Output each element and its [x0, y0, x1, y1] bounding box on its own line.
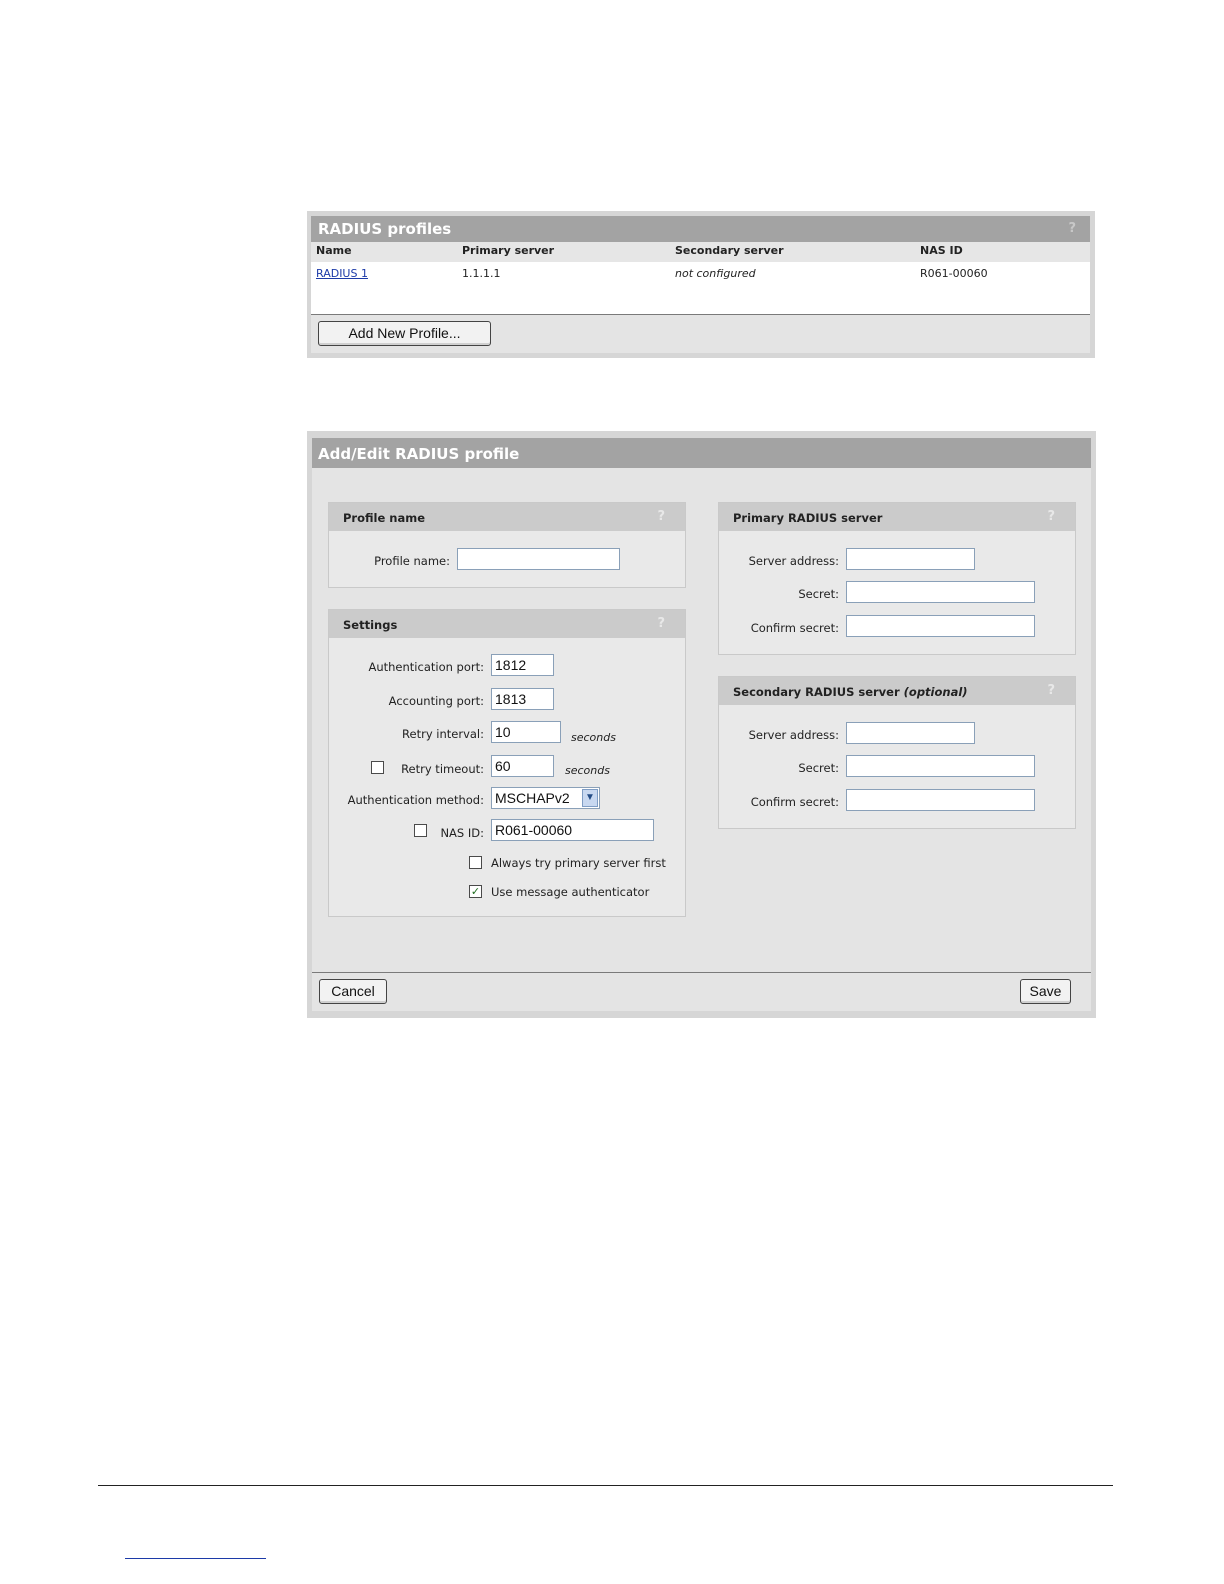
section-title: Settings — [343, 618, 398, 632]
profile-name-label: Profile name: — [374, 554, 450, 568]
panel-body: Profile name ? Profile name: Settings ? … — [312, 468, 1091, 973]
primary-radius-server-section: Primary RADIUS server ? Server address: … — [718, 502, 1076, 655]
page-divider — [98, 1485, 1113, 1486]
section-header: Profile name ? — [329, 503, 685, 531]
primary-confirm-secret-input[interactable] — [846, 615, 1035, 637]
profile-name-input[interactable] — [457, 548, 620, 570]
secondary-radius-server-section: Secondary RADIUS server (optional) ? Ser… — [718, 676, 1076, 829]
column-header-secondary-server: Secondary server — [675, 244, 784, 257]
section-header: Primary RADIUS server ? — [719, 503, 1075, 531]
profile-link[interactable]: RADIUS 1 — [316, 267, 368, 280]
section-title-text: Secondary RADIUS server — [733, 685, 900, 699]
primary-server-value: 1.1.1.1 — [462, 267, 501, 280]
panel-header: Add/Edit RADIUS profile — [312, 438, 1091, 468]
column-header-name: Name — [316, 244, 352, 257]
profile-name-section: Profile name ? Profile name: — [328, 502, 686, 588]
save-button[interactable]: Save — [1020, 979, 1071, 1004]
panel-footer: Add New Profile... — [311, 315, 1090, 353]
primary-server-address-input[interactable] — [846, 548, 975, 570]
secondary-secret-input[interactable] — [846, 755, 1035, 777]
authentication-method-value: MSCHAPv2 — [495, 790, 570, 806]
help-icon[interactable]: ? — [657, 616, 665, 631]
optional-note: (optional) — [903, 685, 968, 699]
accounting-port-input[interactable] — [491, 688, 554, 710]
authentication-method-label: Authentication method: — [347, 793, 484, 807]
server-address-label: Server address: — [748, 728, 839, 742]
add-new-profile-button[interactable]: Add New Profile... — [318, 321, 491, 346]
column-header-primary-server: Primary server — [462, 244, 555, 257]
footnote-rule — [125, 1558, 266, 1559]
help-icon[interactable]: ? — [1047, 509, 1055, 524]
cancel-button[interactable]: Cancel — [319, 979, 387, 1004]
table-header: Name Primary server Secondary server NAS… — [311, 242, 1090, 262]
secret-label: Secret: — [798, 587, 839, 601]
authentication-method-select[interactable]: MSCHAPv2 ▼ — [491, 787, 600, 809]
nas-id-value: R061-00060 — [920, 267, 988, 280]
section-title: Secondary RADIUS server (optional) — [733, 685, 968, 699]
edit-radius-profile-panel: Add/Edit RADIUS profile Profile name ? P… — [307, 431, 1096, 1018]
retry-interval-label: Retry interval: — [402, 727, 484, 741]
chevron-down-icon[interactable]: ▼ — [582, 789, 598, 807]
retry-timeout-label: Retry timeout: — [401, 762, 484, 776]
column-header-nas-id: NAS ID — [920, 244, 963, 257]
radius-profiles-panel: RADIUS profiles ? Name Primary server Se… — [307, 211, 1095, 358]
retry-timeout-input[interactable] — [491, 755, 554, 777]
retry-timeout-unit: seconds — [565, 764, 610, 777]
panel-header: RADIUS profiles ? — [311, 216, 1090, 242]
authentication-port-input[interactable] — [491, 654, 554, 676]
panel-title: Add/Edit RADIUS profile — [318, 445, 520, 463]
always-try-primary-checkbox[interactable] — [469, 856, 482, 869]
accounting-port-label: Accounting port: — [388, 694, 484, 708]
confirm-secret-label: Confirm secret: — [750, 621, 839, 635]
retry-interval-input[interactable] — [491, 721, 561, 743]
confirm-secret-label: Confirm secret: — [750, 795, 839, 809]
secondary-server-value: not configured — [675, 267, 756, 280]
always-try-primary-label: Always try primary server first — [491, 856, 666, 870]
secret-label: Secret: — [798, 761, 839, 775]
table-row: RADIUS 1 1.1.1.1 not configured R061-000… — [311, 262, 1090, 315]
primary-secret-input[interactable] — [846, 581, 1035, 603]
section-header: Secondary RADIUS server (optional) ? — [719, 677, 1075, 705]
use-message-authenticator-label: Use message authenticator — [491, 885, 650, 899]
settings-section: Settings ? Authentication port: Accounti… — [328, 609, 686, 917]
nas-id-label: NAS ID: — [440, 826, 484, 840]
authentication-port-label: Authentication port: — [368, 660, 484, 674]
server-address-label: Server address: — [748, 554, 839, 568]
section-header: Settings ? — [329, 610, 685, 638]
use-message-authenticator-checkbox[interactable]: ✓ — [469, 885, 482, 898]
secondary-confirm-secret-input[interactable] — [846, 789, 1035, 811]
help-icon[interactable]: ? — [1068, 221, 1076, 236]
panel-footer: Cancel Save — [312, 973, 1091, 1011]
nas-id-input[interactable] — [491, 819, 654, 841]
section-title: Profile name — [343, 511, 425, 525]
retry-interval-unit: seconds — [571, 731, 616, 744]
secondary-server-address-input[interactable] — [846, 722, 975, 744]
panel-title: RADIUS profiles — [318, 220, 452, 238]
section-title: Primary RADIUS server — [733, 511, 883, 525]
help-icon[interactable]: ? — [657, 509, 665, 524]
help-icon[interactable]: ? — [1047, 683, 1055, 698]
